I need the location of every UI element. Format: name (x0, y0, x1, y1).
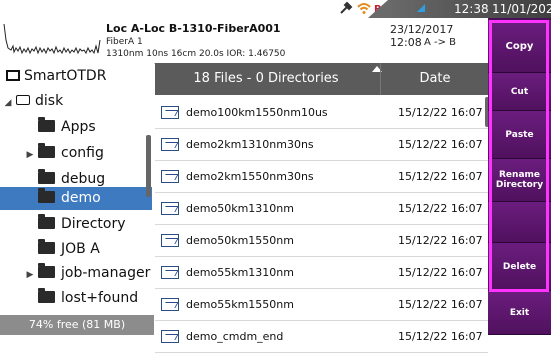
file-row[interactable]: demo50km1550nm 15/12/22 16:07 (155, 225, 488, 257)
tree-item-label: Apps (61, 119, 96, 135)
tree-item-label: job-manager (61, 265, 151, 281)
tree-item-apps[interactable]: Apps (0, 116, 152, 138)
tree-item-config[interactable]: ▶ config (0, 142, 152, 164)
tree-item-demo[interactable]: demo (0, 187, 152, 210)
trace-file-icon (161, 298, 179, 311)
tree-item-label: config (61, 145, 104, 161)
header-date[interactable]: Date (380, 63, 489, 95)
empty-button[interactable] (488, 202, 551, 243)
folder-icon (38, 239, 55, 254)
file-name: demo2km1550nm30ns (186, 170, 314, 183)
folder-icon (38, 214, 55, 229)
folder-tree[interactable]: SmartOTDR ◢ disk Apps ▶ config debug demo … (0, 63, 154, 335)
file-date: 15/12/22 16:07 (398, 106, 483, 119)
file-name: demo2km1310nm30ns (186, 138, 314, 151)
trace-file-icon (161, 170, 179, 183)
file-row[interactable]: demo_cmdm_end 15/12/22 16:07 (155, 321, 488, 353)
file-row[interactable]: demo50km1310nm 15/12/22 16:07 (155, 193, 488, 225)
folder-icon (38, 117, 55, 132)
trace-file-icon (161, 138, 179, 151)
collapsed-arrow-icon[interactable]: ▶ (24, 144, 36, 166)
tree-item-job-manager[interactable]: ▶ job-manager (0, 262, 152, 284)
file-name: demo55km1550nm (186, 298, 294, 311)
status-time: 12:38 (454, 2, 489, 16)
file-row[interactable]: demo100km1550nm10us 15/12/22 16:07 (155, 97, 488, 129)
folder-icon (38, 169, 55, 184)
trace-title: Loc A-Loc B-1310-FiberA001 (106, 22, 281, 35)
file-list-header: 18 Files - 0 Directories Date (155, 63, 488, 95)
exit-button[interactable]: Exit (488, 291, 551, 335)
trace-fiber: FiberA 1 (106, 37, 143, 47)
trace-thumbnail (2, 20, 102, 60)
file-name: demo_cmdm_end (186, 330, 284, 343)
tree-item-directory[interactable]: Directory (0, 213, 152, 235)
disk-free-label: 74% free (81 MB) (0, 315, 154, 335)
trace-header[interactable]: Loc A-Loc B-1310-FiberA001 FiberA 1 1310… (0, 18, 488, 64)
drive-icon (16, 95, 30, 105)
tree-item-job-a[interactable]: JOB A (0, 238, 152, 260)
tree-item-label: SmartOTDR (24, 68, 107, 84)
tools-icon (339, 1, 353, 19)
trace-direction: A -> B (424, 37, 457, 48)
tree-item-disk[interactable]: ◢ disk (0, 90, 152, 112)
cut-button[interactable]: Cut (488, 73, 551, 111)
trace-file-icon (161, 266, 179, 279)
file-name: demo100km1550nm10us (186, 106, 328, 119)
file-date: 15/12/22 16:07 (398, 170, 483, 183)
file-date: 15/12/22 16:07 (398, 330, 483, 343)
file-row[interactable]: demo2km1550nm30ns 15/12/22 16:07 (155, 161, 488, 193)
battery-icon (414, 1, 428, 19)
file-name: demo50km1310nm (186, 202, 294, 215)
tree-item-smartotdr[interactable]: SmartOTDR (0, 65, 152, 87)
tree-item-lost-found[interactable]: lost+found (0, 287, 152, 309)
paste-button[interactable]: Paste (488, 111, 551, 159)
status-bar: RC 12:38 11/01/2023 (0, 0, 551, 18)
monitor-icon (6, 70, 20, 81)
copy-button[interactable]: Copy (488, 20, 551, 73)
trace-file-icon (161, 202, 179, 215)
folder-icon (38, 263, 55, 278)
trace-file-icon (161, 106, 179, 119)
file-row[interactable]: demo2km1310nm30ns 15/12/22 16:07 (155, 129, 488, 161)
rename-directory-button[interactable]: Rename Directory (488, 159, 551, 202)
tree-item-label: demo (61, 190, 101, 206)
file-name: demo50km1550nm (186, 234, 294, 247)
trace-file-icon (161, 234, 179, 247)
folder-icon (38, 188, 55, 203)
file-date: 15/12/22 16:07 (398, 202, 483, 215)
status-date: 11/01/2023 (492, 2, 551, 16)
file-row[interactable]: demo55km1550nm 15/12/22 16:07 (155, 289, 488, 321)
folder-icon (38, 143, 55, 158)
header-files[interactable]: 18 Files - 0 Directories (155, 63, 377, 95)
tree-scrollbar[interactable] (146, 135, 151, 197)
collapsed-arrow-icon[interactable]: ▶ (24, 264, 36, 286)
file-date: 15/12/22 16:07 (398, 138, 483, 151)
file-name: demo55km1310nm (186, 266, 294, 279)
tree-item-label: disk (35, 93, 64, 109)
tree-item-label: lost+found (61, 290, 139, 306)
file-date: 15/12/22 16:07 (398, 234, 483, 247)
multi-trace-file-icon (161, 330, 179, 343)
file-row[interactable]: demo55km1310nm 15/12/22 16:07 (155, 257, 488, 289)
trace-params: 1310nm 10ns 16cm 20.0s IOR: 1.46750 (106, 49, 286, 59)
status-dark-strip: 12:38 11/01/2023 (368, 0, 551, 19)
expanded-arrow-icon[interactable]: ◢ (2, 92, 14, 114)
tree-item-label: JOB A (61, 241, 100, 257)
folder-icon (38, 288, 55, 303)
tree-item-label: Directory (61, 216, 126, 232)
tree-item-label: debug (61, 171, 106, 187)
delete-button[interactable]: Delete (488, 243, 551, 291)
file-date: 15/12/22 16:07 (398, 298, 483, 311)
file-date: 15/12/22 16:07 (398, 266, 483, 279)
